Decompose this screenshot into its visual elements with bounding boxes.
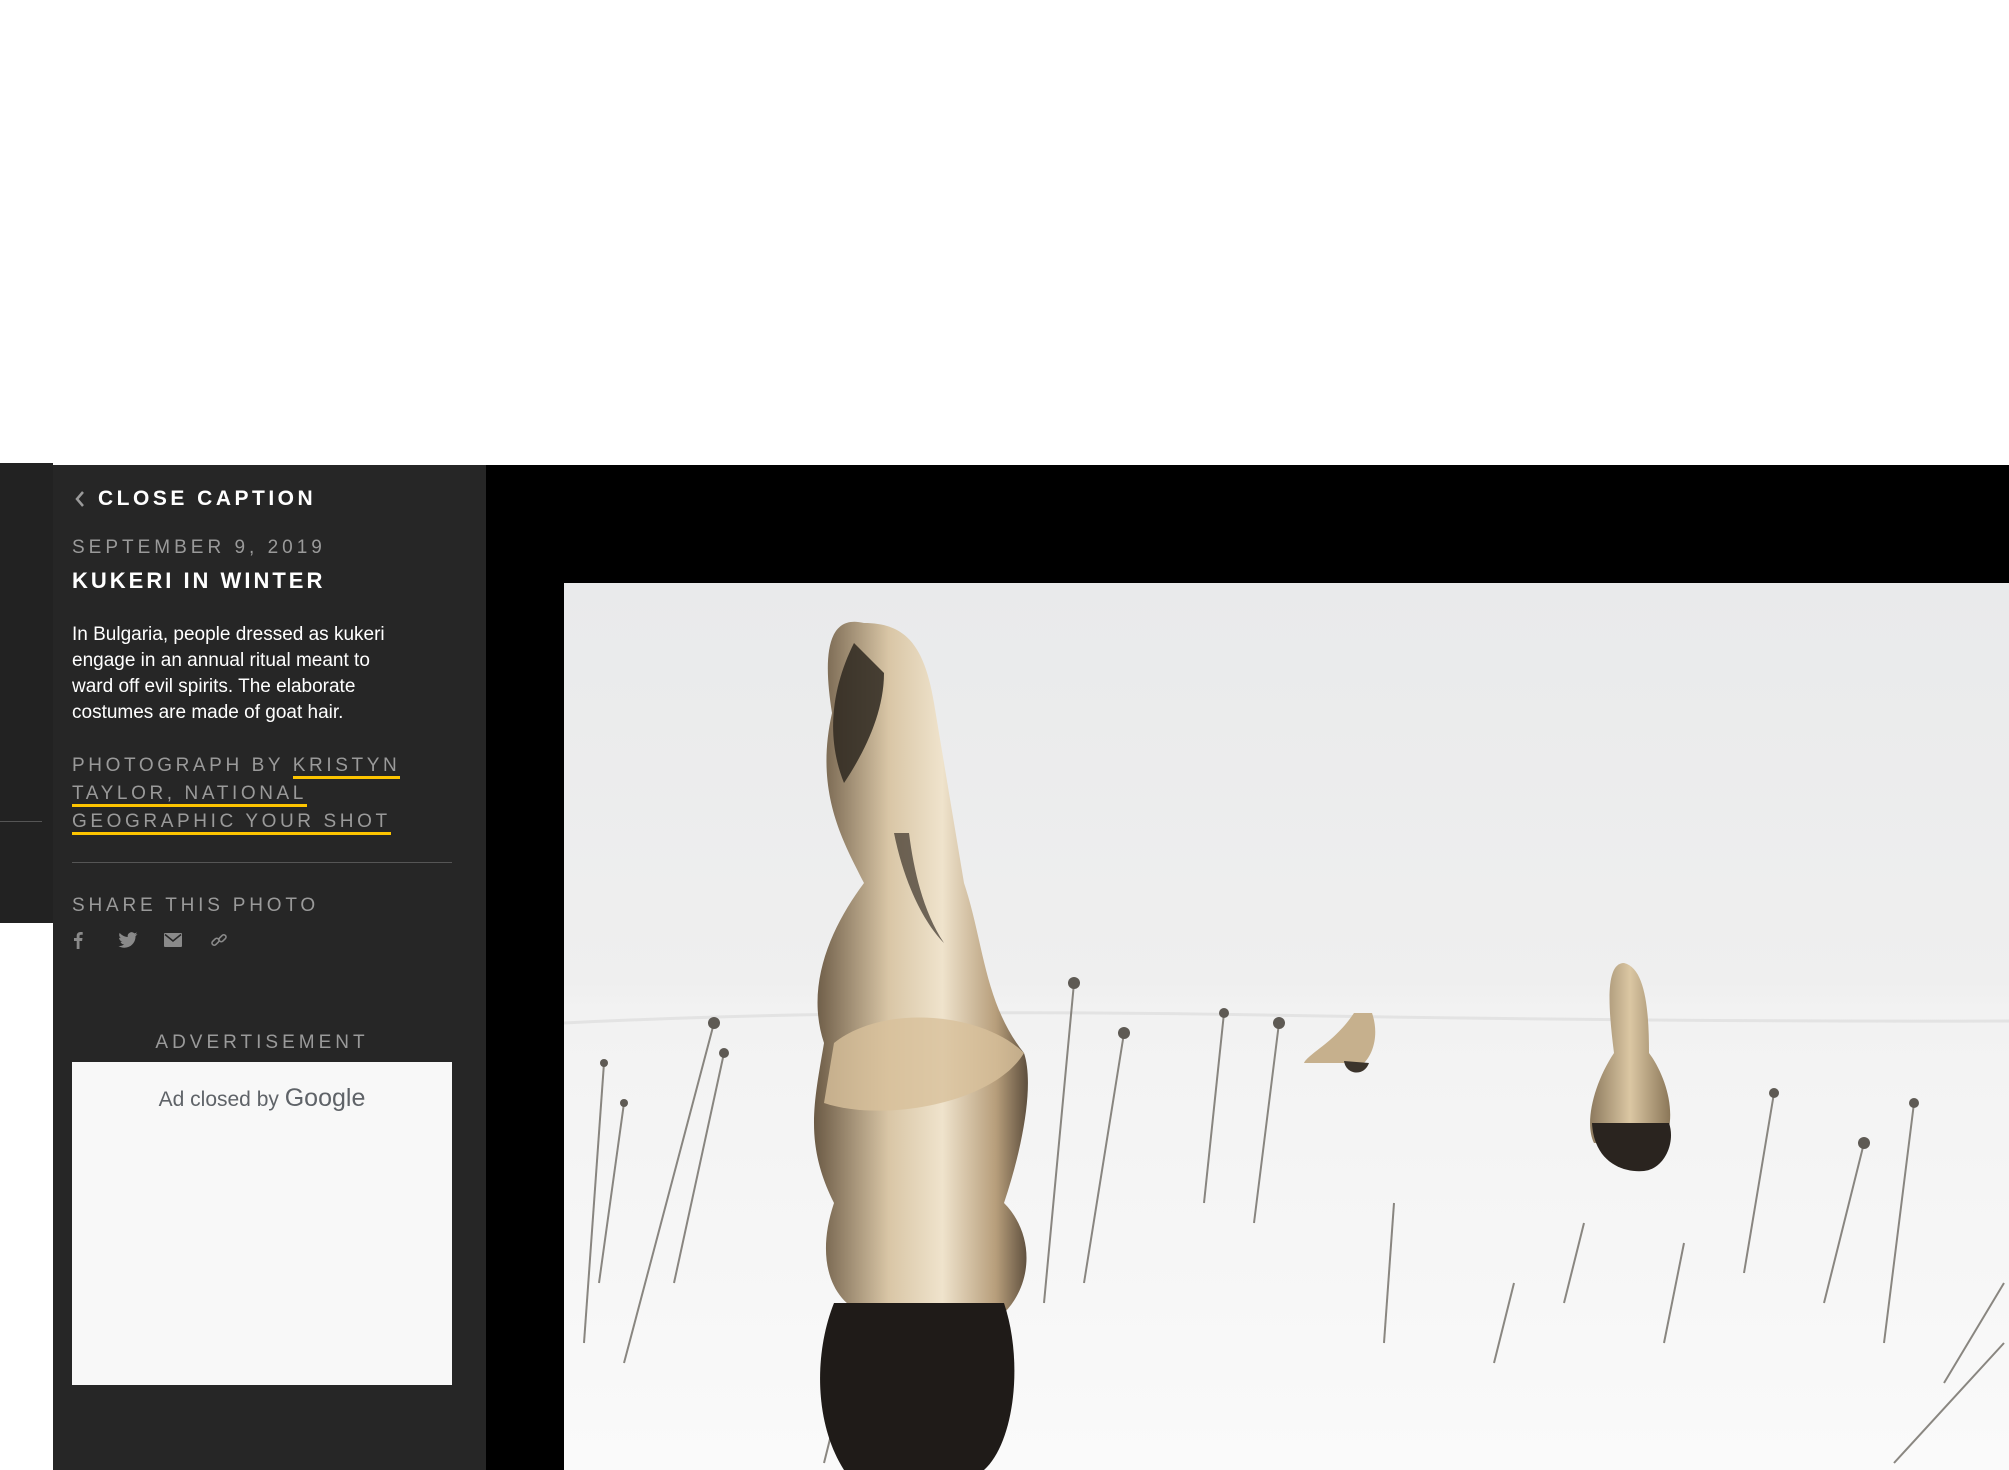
photographer-link-line1[interactable]: KRISTYN (292, 755, 401, 779)
photographer-link-line3[interactable]: GEOGRAPHIC YOUR SHOT (72, 811, 391, 835)
share-label: SHARE THIS PHOTO (72, 895, 319, 916)
facebook-icon[interactable] (72, 930, 118, 950)
chevron-left-icon (75, 491, 84, 507)
ad-slot: Ad closed by Google (72, 1062, 452, 1385)
left-strip-divider (0, 821, 42, 822)
email-icon[interactable] (164, 930, 210, 950)
kukeri-photo[interactable] (564, 583, 2009, 1470)
close-caption-label: CLOSE CAPTION (98, 487, 317, 510)
left-edge-strip (0, 463, 53, 923)
photo-description: In Bulgaria, people dressed as kukeri en… (72, 624, 385, 723)
advertisement-label: ADVERTISEMENT (155, 1032, 369, 1053)
ad-closed-text: Ad closed by (158, 1088, 279, 1111)
credit-prefix: PHOTOGRAPH BY (72, 755, 293, 776)
photo-date: SEPTEMBER 9, 2019 (72, 537, 326, 558)
close-caption-button[interactable]: CLOSE CAPTION (72, 485, 316, 513)
google-logo: Google (284, 1084, 366, 1112)
photo-credit: PHOTOGRAPH BY KRISTYN TAYLOR, NATIONAL G… (72, 752, 412, 836)
photo-title: KUKERI IN WINTER (72, 568, 326, 593)
caption-divider (72, 862, 452, 863)
share-icons (72, 930, 256, 950)
photographer-link-line2[interactable]: TAYLOR, NATIONAL (72, 783, 307, 807)
caption-panel: CLOSE CAPTION SEPTEMBER 9, 2019 KUKERI I… (53, 465, 486, 1470)
photo-stage (486, 465, 2009, 1470)
link-icon[interactable] (210, 930, 256, 950)
twitter-icon[interactable] (118, 930, 164, 950)
ad-closed-notice: Ad closed by Google (72, 1084, 452, 1113)
kukeri-photo-image (564, 583, 2009, 1470)
